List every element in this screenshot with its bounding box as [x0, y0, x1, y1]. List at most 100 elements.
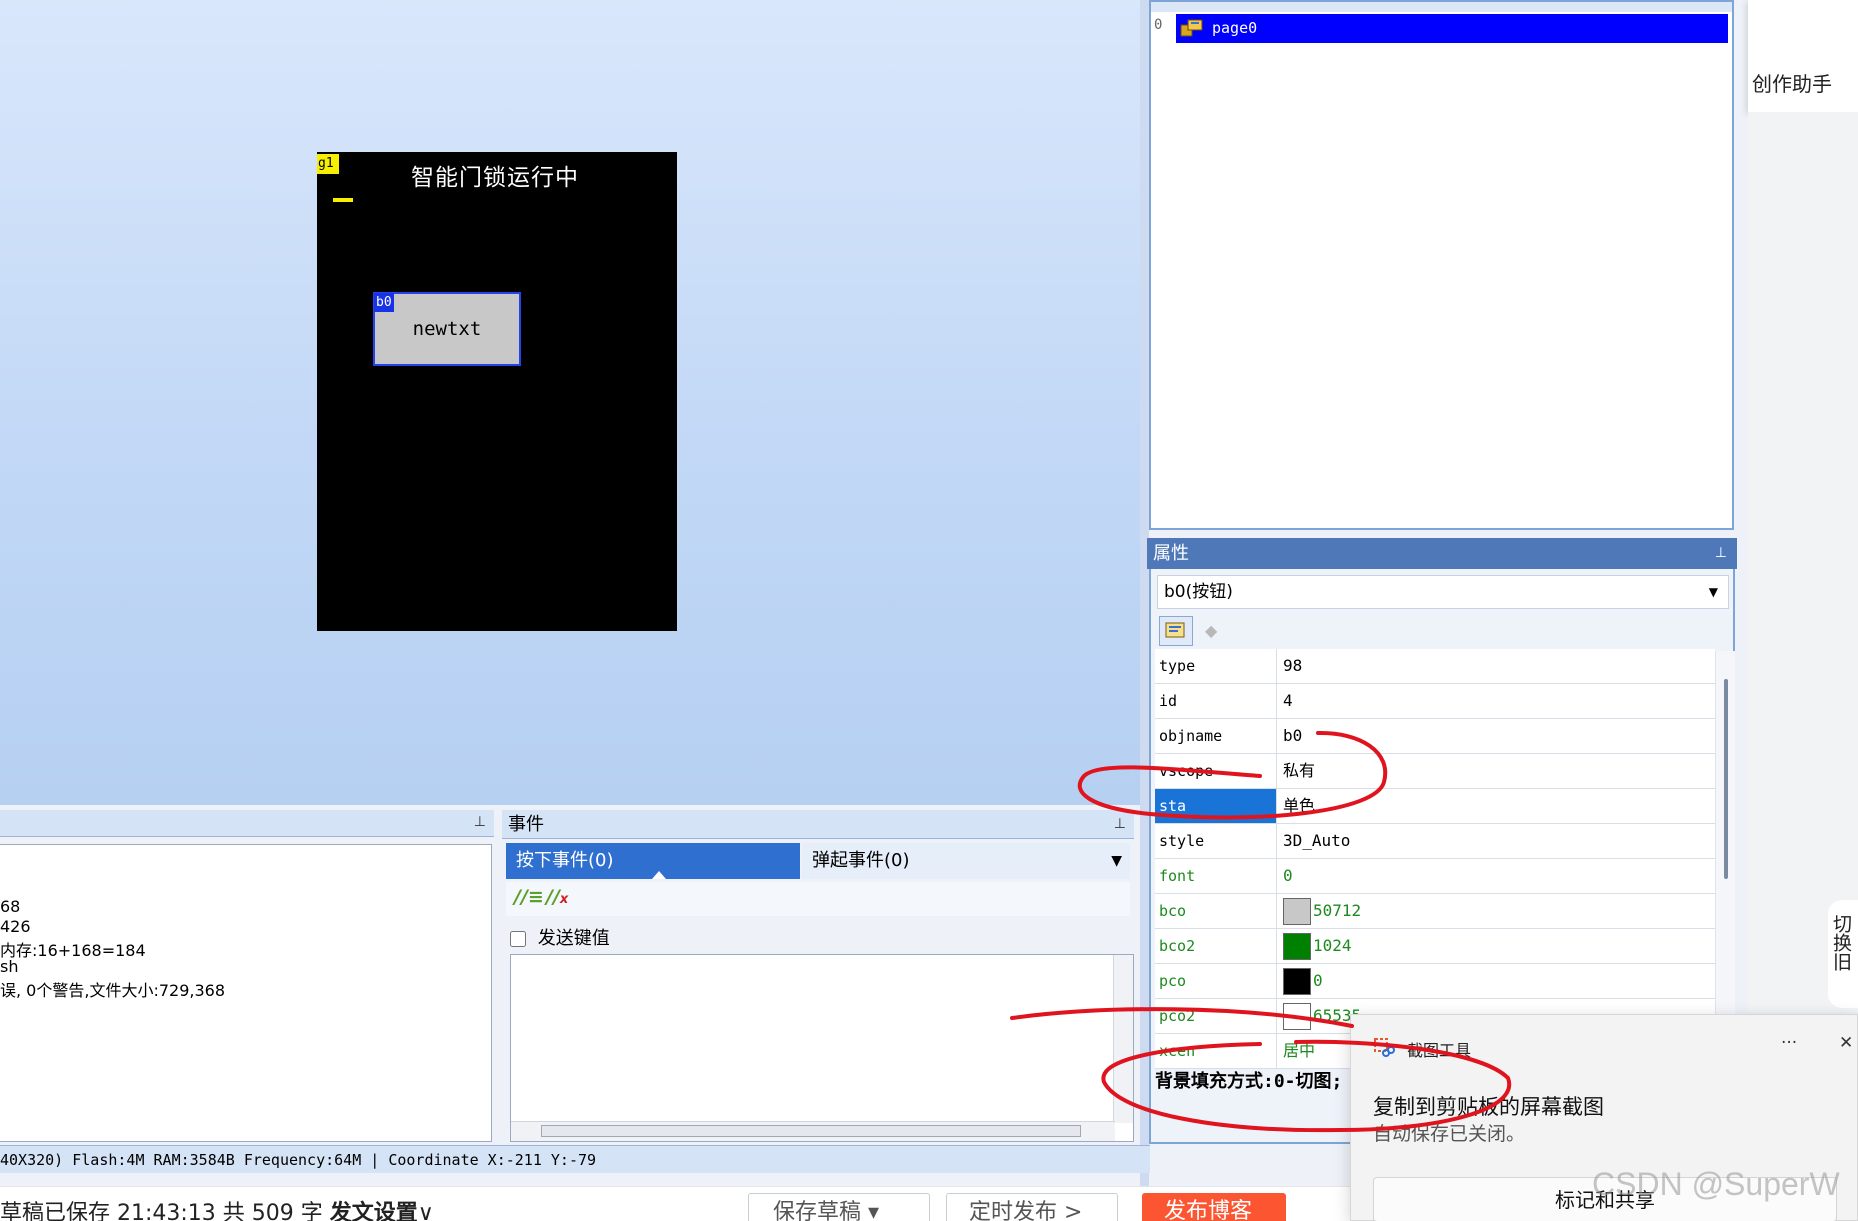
- chevron-down-icon: ▼: [1708, 585, 1718, 599]
- tree-row-index: 0: [1154, 17, 1163, 33]
- property-value[interactable]: 单色: [1279, 789, 1715, 823]
- property-value[interactable]: 私有: [1279, 754, 1715, 788]
- output-line: 68: [0, 897, 21, 916]
- device-screen[interactable]: g1 智能门锁运行中 b0 newtxt: [317, 152, 677, 631]
- color-swatch[interactable]: [1283, 968, 1311, 995]
- property-value-text: b0: [1283, 726, 1303, 745]
- tab-release-event[interactable]: 弹起事件(0) ▼: [802, 843, 1130, 879]
- property-row-id[interactable]: id 4: [1155, 684, 1715, 719]
- property-value-text: 98: [1283, 656, 1303, 675]
- tab-press-label: 按下事件(0): [516, 850, 614, 871]
- property-row-style[interactable]: style 3D_Auto: [1155, 824, 1715, 859]
- draft-saved-text: 草稿已保存 21:43:13 共 509 字: [0, 1201, 323, 1221]
- creation-assistant-panel[interactable]: 创作助手: [1748, 0, 1858, 112]
- property-row-bco[interactable]: bco 50712: [1155, 894, 1715, 929]
- creation-assistant-label: 创作助手: [1752, 72, 1832, 96]
- property-value-text: 3D_Auto: [1283, 831, 1351, 850]
- property-name: bco: [1155, 894, 1277, 928]
- tab-press-event[interactable]: 按下事件(0): [506, 843, 800, 879]
- property-pages-icon[interactable]: ◆: [1205, 621, 1223, 640]
- event-code-editor[interactable]: [510, 954, 1134, 1142]
- hscroll-thumb[interactable]: [541, 1125, 1081, 1137]
- device-title-text[interactable]: 智能门锁运行中: [411, 158, 579, 192]
- events-header: 事件 ⊥: [502, 810, 1134, 839]
- color-swatch[interactable]: [1283, 1003, 1311, 1030]
- property-row-pco[interactable]: pco 0: [1155, 964, 1715, 999]
- timed-publish-button[interactable]: 定时发布 >: [946, 1193, 1118, 1221]
- property-name: vscope: [1155, 754, 1277, 788]
- object-select[interactable]: b0(按钮) ▼: [1157, 575, 1729, 609]
- property-row-bco2[interactable]: bco2 1024: [1155, 929, 1715, 964]
- property-value[interactable]: 1024: [1279, 929, 1715, 963]
- switch-old-editor-tab[interactable]: 切换旧: [1828, 900, 1858, 1008]
- publish-blog-button[interactable]: 发布博客: [1142, 1193, 1286, 1221]
- object-select-value: b0(按钮): [1164, 582, 1233, 602]
- property-value-text: 居中: [1283, 1041, 1316, 1060]
- editor-vscroll[interactable]: [1113, 955, 1133, 1123]
- output-line: 426: [0, 917, 31, 936]
- categorized-view-icon[interactable]: [1159, 616, 1193, 646]
- snipping-tool-icon: [1374, 1038, 1395, 1057]
- uncomment-icon[interactable]: //x: [546, 886, 568, 908]
- property-name: sta: [1155, 789, 1277, 823]
- output-pin-icon[interactable]: ⊥: [474, 814, 486, 830]
- property-value[interactable]: 0: [1279, 859, 1715, 893]
- property-name: pco2: [1155, 999, 1277, 1033]
- status-bar: 40X320) Flash:4M RAM:3584B Frequency:64M…: [0, 1145, 1150, 1173]
- comment-icon[interactable]: //≡: [514, 886, 544, 908]
- save-draft-button[interactable]: 保存草稿 ▾: [748, 1193, 930, 1221]
- property-row-sta[interactable]: sta 单色: [1155, 789, 1715, 824]
- chevron-down-icon[interactable]: ∨: [418, 1201, 434, 1221]
- property-row-objname[interactable]: objname b0: [1155, 719, 1715, 754]
- color-swatch[interactable]: [1283, 933, 1311, 960]
- publish-settings-link[interactable]: 发文设置: [330, 1201, 418, 1221]
- b0-button-text: newtxt: [412, 318, 482, 340]
- property-value[interactable]: 4: [1279, 684, 1715, 718]
- property-name: bco2: [1155, 929, 1277, 963]
- more-options-icon[interactable]: ···: [1781, 1033, 1797, 1053]
- property-value[interactable]: 98: [1279, 649, 1715, 683]
- send-key-checkbox-row[interactable]: 发送键值: [510, 924, 610, 952]
- send-key-checkbox[interactable]: [510, 931, 526, 947]
- g1-label: g1: [317, 154, 339, 174]
- scrollbar-thumb[interactable]: [1724, 679, 1728, 879]
- color-swatch[interactable]: [1283, 898, 1311, 925]
- pin-icon[interactable]: ⊥: [1715, 538, 1727, 569]
- property-row-type[interactable]: type 98: [1155, 649, 1715, 684]
- close-icon[interactable]: ✕: [1839, 1033, 1853, 1053]
- property-scrollbar[interactable]: [1715, 651, 1735, 1059]
- property-row-vscope[interactable]: vscope 私有: [1155, 754, 1715, 789]
- output-panel: 68 426 内存:16+168=184 sh 误, 0个警告,文件大小:729,368: [0, 844, 492, 1142]
- property-value[interactable]: 0: [1279, 964, 1715, 998]
- property-value[interactable]: 3D_Auto: [1279, 824, 1715, 858]
- editor-hscroll[interactable]: [511, 1121, 1115, 1141]
- property-name: style: [1155, 824, 1277, 858]
- property-value-text: 50712: [1313, 901, 1362, 920]
- b0-button[interactable]: b0 newtxt: [373, 292, 521, 366]
- tab-notch: [652, 871, 666, 879]
- g1-indicator: [333, 198, 353, 202]
- panel-splitter[interactable]: [1140, 0, 1149, 1190]
- events-toolbar: //≡ //x: [506, 882, 1130, 916]
- property-value-text: 私有: [1283, 761, 1316, 780]
- output-line: 误, 0个警告,文件大小:729,368: [0, 981, 225, 1000]
- tab-release-label: 弹起事件(0): [812, 850, 910, 871]
- property-value[interactable]: b0: [1279, 719, 1715, 753]
- toast-subtitle: 自动保存已关闭。: [1373, 1123, 1526, 1145]
- properties-toolbar: ◆: [1155, 613, 1733, 651]
- toast-app-name: 截图工具: [1407, 1041, 1472, 1060]
- tree-item-page0[interactable]: page0: [1176, 14, 1728, 43]
- output-line: sh: [0, 957, 19, 976]
- property-value-text: 0: [1283, 866, 1293, 885]
- page-icon: [1180, 19, 1203, 37]
- events-title: 事件: [508, 814, 544, 835]
- send-key-label: 发送键值: [537, 928, 610, 949]
- editor-side-area: [1748, 112, 1858, 1012]
- property-value[interactable]: 50712: [1279, 894, 1715, 928]
- toast-title: 复制到剪贴板的屏幕截图: [1373, 1095, 1604, 1119]
- design-canvas[interactable]: g1 智能门锁运行中 b0 newtxt: [0, 0, 1140, 805]
- events-pin-icon[interactable]: ⊥: [1114, 810, 1126, 839]
- output-header: ⊥: [0, 810, 494, 837]
- property-row-font[interactable]: font 0: [1155, 859, 1715, 894]
- chevron-down-icon[interactable]: ▼: [1111, 843, 1122, 879]
